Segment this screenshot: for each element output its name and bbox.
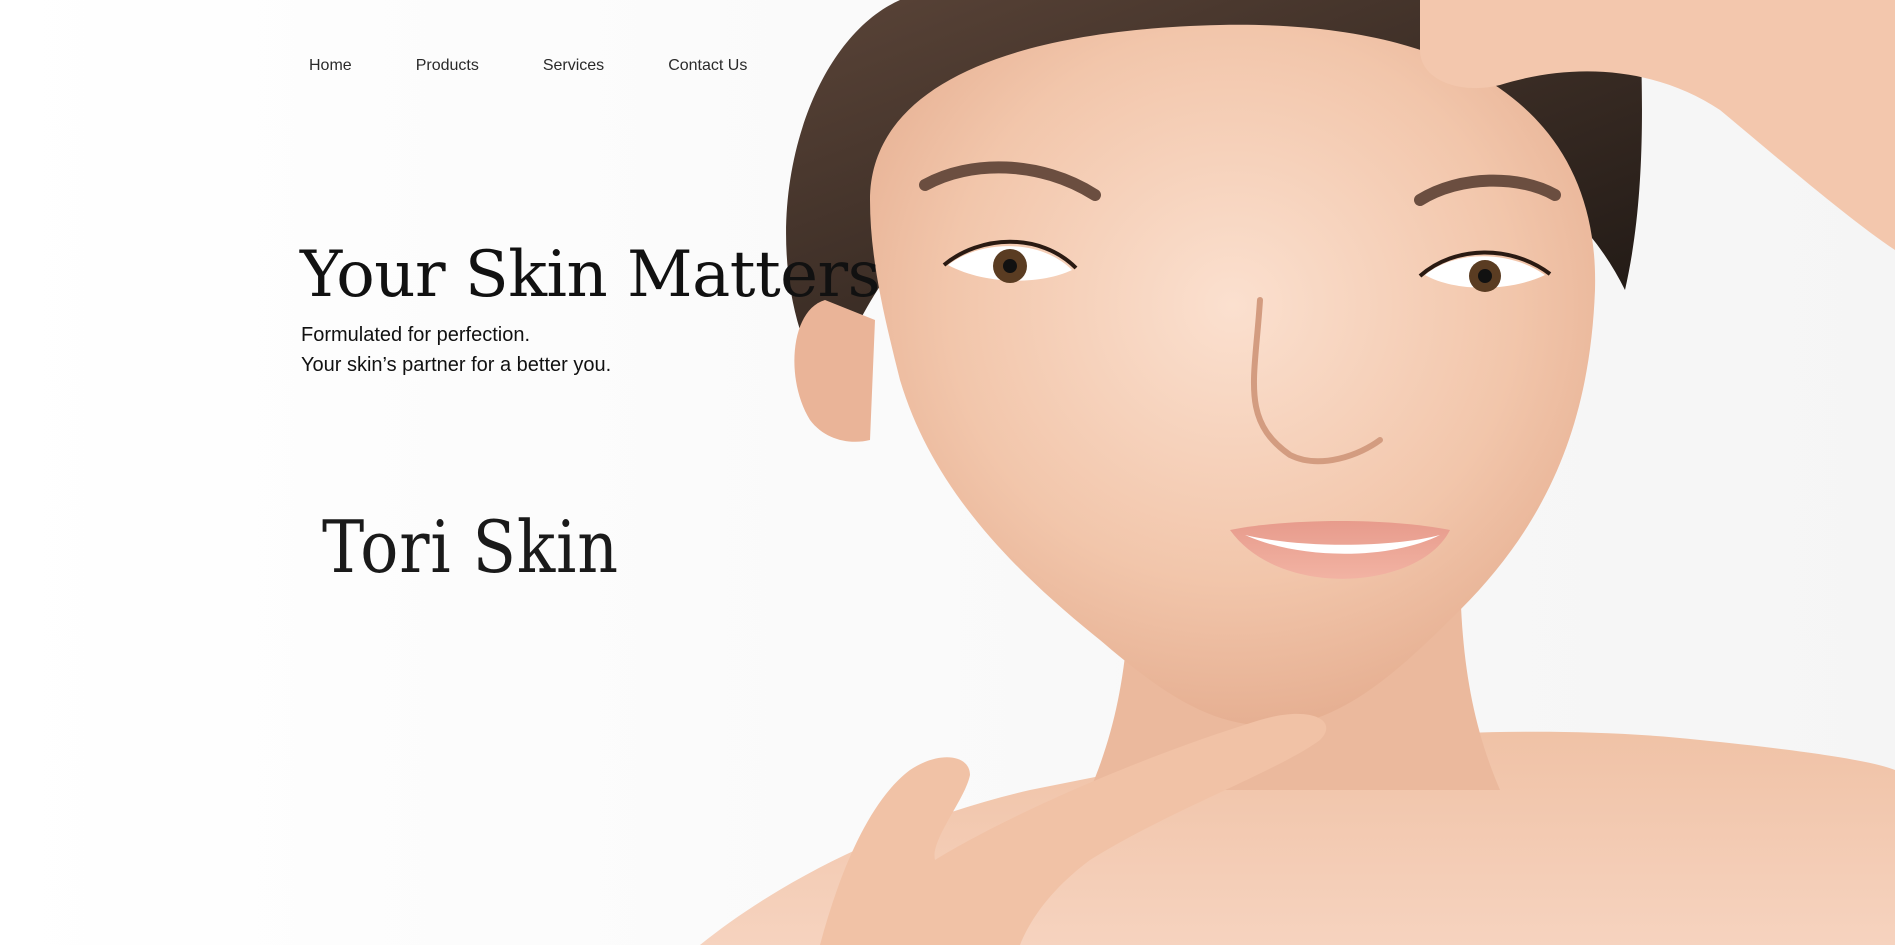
face-shape [870,24,1596,726]
nav-products-link[interactable]: Products [416,57,479,75]
hero-title: Your Skin Matters [300,238,880,312]
hero-model-photo [700,0,1895,945]
brand-name: Tori Skin [322,505,619,589]
hero-subtitle: Formulated for perfection. Your skin’s p… [301,320,880,380]
nav-services-link[interactable]: Services [543,57,604,75]
main-nav: Home Products Services Contact Us [309,57,747,75]
nav-home-link[interactable]: Home [309,57,352,75]
hero-section: Your Skin Matters Formulated for perfect… [300,240,880,380]
hero-subtitle-line-1: Formulated for perfection. [301,324,530,347]
page: Home Products Services Contact Us Your S… [0,0,1895,945]
hero-subtitle-line-2: Your skin’s partner for a better you. [301,354,612,377]
